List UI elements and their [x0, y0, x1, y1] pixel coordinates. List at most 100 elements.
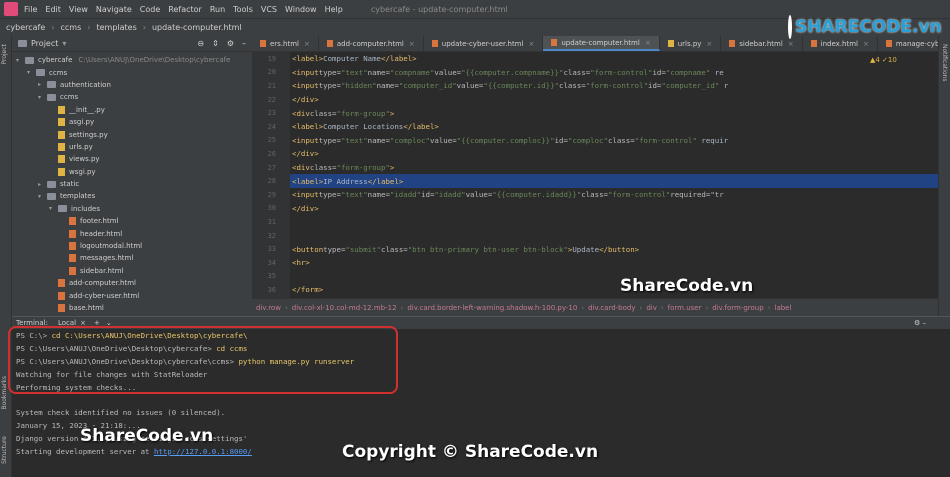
tree-item[interactable]: header.html: [12, 227, 252, 239]
code-line[interactable]: </div >: [290, 93, 938, 107]
code-crumb[interactable]: div: [646, 304, 657, 312]
code-line[interactable]: <input type= "text" name= "compname" value…: [290, 66, 938, 80]
editor-tab[interactable]: urls.py ×: [660, 36, 722, 51]
html-file-icon: [58, 291, 65, 300]
expand-all-icon[interactable]: ⇕: [212, 39, 219, 48]
tree-item[interactable]: add-computer.html: [12, 277, 252, 289]
breadcrumb-item[interactable]: cybercafe: [6, 23, 45, 32]
breadcrumb-item[interactable]: ccms: [61, 23, 82, 32]
project-tool-button[interactable]: Project: [1, 44, 8, 65]
code-line[interactable]: <input type= "hidden" name= "computer_id" …: [290, 79, 938, 93]
code-line[interactable]: <input type= "text" name= "comploc" value=…: [290, 134, 938, 148]
tree-item[interactable]: views.py: [12, 153, 252, 165]
code-line[interactable]: <label > IP Address </label >: [290, 174, 938, 188]
tree-item[interactable]: messages.html: [12, 252, 252, 264]
code-line[interactable]: </form >: [290, 283, 938, 297]
code-line[interactable]: <label > Computer Locations </label >: [290, 120, 938, 134]
editor-tab[interactable]: add-computer.html ×: [319, 36, 424, 51]
menu-item-window[interactable]: Window: [285, 5, 317, 14]
line-number: 30: [267, 204, 276, 213]
menu-item-vcs[interactable]: VCS: [261, 5, 277, 14]
menu-item-navigate[interactable]: Navigate: [96, 5, 132, 14]
tree-item[interactable]: wsgi.py: [12, 166, 252, 178]
menu-item-run[interactable]: Run: [210, 5, 225, 14]
tree-item[interactable]: ▾ cybercafe C:\Users\ANUJ\OneDrive\Desktop…: [12, 54, 252, 66]
menu-item-tools[interactable]: Tools: [233, 5, 253, 14]
chevron-right-icon[interactable]: ▸: [38, 81, 47, 88]
terminal-text: System check identified no issues (0 sil…: [16, 408, 226, 418]
editor-tab[interactable]: update-computer.html ×: [543, 36, 660, 51]
tree-item[interactable]: ▾ templates: [12, 190, 252, 202]
structure-tool-button[interactable]: Structure: [1, 436, 8, 464]
code-crumb[interactable]: div.card.border-left-warning.shadow.h-10…: [407, 304, 577, 312]
menu-item-edit[interactable]: Edit: [45, 5, 61, 14]
editor-tab[interactable]: ers.html ×: [252, 36, 319, 51]
tree-item[interactable]: ▸ static: [12, 178, 252, 190]
code-line[interactable]: </div >: [290, 202, 938, 216]
gear-icon[interactable]: ⚙: [227, 39, 234, 48]
close-tab-icon[interactable]: ×: [528, 40, 534, 48]
code-line[interactable]: <label > Computer Name </label >: [290, 52, 938, 66]
window-title: cybercafe - update-computer.html: [370, 4, 508, 14]
code-area[interactable]: <label > Computer Name </label > <input type…: [290, 52, 938, 298]
line-number: 31: [267, 217, 276, 226]
chevron-down-icon[interactable]: ▾: [16, 57, 25, 64]
close-tab-icon[interactable]: ×: [645, 39, 651, 47]
chevron-down-icon[interactable]: ▾: [38, 193, 47, 200]
terminal-settings-icon[interactable]: ⚙ –: [914, 319, 926, 327]
tree-item[interactable]: __init__.py: [12, 104, 252, 116]
tree-item[interactable]: footer.html: [12, 215, 252, 227]
tree-item[interactable]: asgi.py: [12, 116, 252, 128]
code-line[interactable]: <div class= "form-group" >: [290, 106, 938, 120]
code-line[interactable]: <button type= "submit" class= "btn btn-pri…: [290, 242, 938, 256]
line-number: 21: [267, 81, 276, 90]
code-line[interactable]: [290, 215, 938, 229]
code-crumb[interactable]: label: [775, 304, 792, 312]
code-crumb[interactable]: div.form-group: [712, 304, 763, 312]
chevron-right-icon[interactable]: ▸: [38, 181, 47, 188]
tree-item[interactable]: sidebar.html: [12, 265, 252, 277]
chevron-down-icon[interactable]: ▾: [38, 94, 47, 101]
code-crumb[interactable]: div.row: [256, 304, 281, 312]
tree-item[interactable]: ▾ ccms: [12, 66, 252, 78]
tree-item[interactable]: add-cyber-user.html: [12, 289, 252, 301]
code-line[interactable]: <hr >: [290, 256, 938, 270]
close-tab-icon[interactable]: ×: [304, 40, 310, 48]
crumb-separator: ›: [767, 303, 771, 312]
code-line[interactable]: <div class= "form-group" >: [290, 161, 938, 175]
project-title[interactable]: Project: [31, 39, 58, 48]
code-crumb[interactable]: div.col-xl-10.col-md-12.mb-12: [292, 304, 397, 312]
menu-item-refactor[interactable]: Refactor: [168, 5, 202, 14]
tree-item[interactable]: ▾ ccms: [12, 91, 252, 103]
code-line[interactable]: [290, 229, 938, 243]
chevron-down-icon[interactable]: ▾: [49, 205, 58, 212]
collapse-all-icon[interactable]: ⊖: [197, 39, 204, 48]
code-crumb[interactable]: form.user: [668, 304, 702, 312]
menu-item-code[interactable]: Code: [140, 5, 160, 14]
bookmarks-tool-button[interactable]: Bookmarks: [1, 376, 8, 410]
close-tab-icon[interactable]: ×: [706, 40, 712, 48]
tree-item[interactable]: urls.py: [12, 141, 252, 153]
editor-tab[interactable]: update-cyber-user.html ×: [424, 36, 544, 51]
tree-item[interactable]: base.html: [12, 302, 252, 314]
line-number: 32: [267, 231, 276, 240]
tree-item[interactable]: ▾ includes: [12, 203, 252, 215]
menu-item-view[interactable]: View: [69, 5, 88, 14]
folder-icon: [36, 69, 45, 77]
code-line[interactable]: [290, 270, 938, 284]
code-line[interactable]: <input type= "text" name= "idadd" id= "idad…: [290, 188, 938, 202]
tree-item[interactable]: settings.py: [12, 128, 252, 140]
notifications-tool-button[interactable]: Notifications: [941, 44, 948, 82]
tree-item[interactable]: logoutmodal.html: [12, 240, 252, 252]
breadcrumb-item[interactable]: templates: [96, 23, 136, 32]
code-crumb[interactable]: div.card-body: [588, 304, 635, 312]
hide-icon[interactable]: –: [242, 39, 246, 48]
server-url-link[interactable]: http://127.0.0.1:8000/: [154, 447, 252, 456]
breadcrumb-item[interactable]: update-computer.html: [152, 23, 242, 32]
close-tab-icon[interactable]: ×: [409, 40, 415, 48]
tree-item[interactable]: ▸ authentication: [12, 79, 252, 91]
menu-item-file[interactable]: File: [24, 5, 37, 14]
menu-item-help[interactable]: Help: [325, 5, 343, 14]
chevron-down-icon[interactable]: ▾: [27, 69, 36, 76]
code-line[interactable]: </div >: [290, 147, 938, 161]
